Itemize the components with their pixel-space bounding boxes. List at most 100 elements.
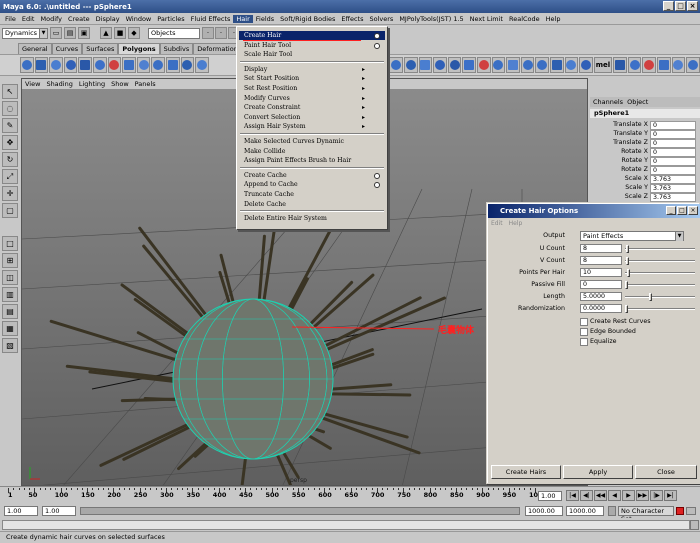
shelf-tool-icon[interactable] (579, 57, 593, 73)
snap-curve-icon[interactable]: · (215, 27, 227, 39)
field-input[interactable]: 5.0000 (580, 292, 622, 301)
channel-value[interactable]: 3.763 (650, 184, 696, 193)
hair-menu-modify-curves[interactable]: Modify Curves ▸ (239, 94, 385, 103)
channel-value[interactable]: 0 (650, 166, 696, 175)
range-end2-field[interactable]: 1000.00 (566, 506, 604, 516)
menu-particles[interactable]: Particles (154, 15, 187, 23)
step-back-key-icon[interactable]: ◀◀ (594, 490, 607, 501)
menu-window[interactable]: Window (123, 15, 155, 23)
hair-menu-set-rest-position[interactable]: Set Rest Position ▸ (239, 84, 385, 93)
channel-row[interactable]: Translate Y0 (590, 130, 700, 139)
channel-row[interactable]: Rotate X0 (590, 148, 700, 157)
key-icon[interactable] (608, 506, 616, 516)
step-forward-key-icon[interactable]: ▶▶ (636, 490, 649, 501)
shelf-tool-icon[interactable] (613, 57, 627, 73)
time-slider[interactable]: 1 50 100 150 200 250 300 350 400 450 500 550 600 650 7… (0, 486, 700, 504)
hair-menu-make-selected-curves-dynamic[interactable]: Make Selected Curves Dynamic (239, 137, 385, 146)
shelf-tool-icon[interactable] (657, 57, 671, 73)
shelf-tool-icon[interactable] (151, 57, 165, 73)
viewport-menu-lighting[interactable]: Lighting (79, 80, 105, 88)
channel-value[interactable]: 0 (650, 157, 696, 166)
apply-button[interactable]: Apply (563, 465, 633, 479)
hair-menu-set-start-position[interactable]: Set Start Position ▸ (239, 74, 385, 83)
shelf-tab-polygons[interactable]: Polygons (118, 43, 160, 54)
shelf-tool-icon[interactable] (20, 57, 34, 73)
hair-menu-assign-paint-effects-brush-to-hair[interactable]: Assign Paint Effects Brush to Hair (239, 156, 385, 165)
rotate-tool-icon[interactable]: ↻ (2, 152, 18, 167)
step-back-icon[interactable]: ◀| (580, 490, 593, 501)
menu-mjpolytools-jst-1-5[interactable]: MJPolyTools(JST) 1.5 (396, 15, 466, 23)
time-ruler[interactable]: 1 50 100 150 200 250 300 350 400 450 500 550 600 650 7… (8, 488, 547, 504)
manipulator-icon[interactable]: ✛ (2, 186, 18, 201)
output-dropdown[interactable]: Paint Effects ▼ (580, 231, 684, 241)
range-start-field[interactable]: 1.00 (4, 506, 38, 516)
shelf-tab-subdivs[interactable]: Subdivs (159, 43, 194, 54)
menu-help[interactable]: Help (543, 15, 564, 23)
shelf-tool-icon[interactable] (389, 57, 403, 73)
shelf-tool-icon[interactable] (418, 57, 433, 73)
channel-row[interactable]: Rotate Y0 (590, 157, 700, 166)
channel-row[interactable]: Translate Z0 (590, 139, 700, 148)
shelf-tab-general[interactable]: General (18, 43, 52, 54)
shelf-tool-icon[interactable] (122, 57, 136, 73)
step-forward-icon[interactable]: |▶ (650, 490, 663, 501)
hair-menu-display[interactable]: Display ▸ (239, 65, 385, 74)
checkbox-create-rest-curves[interactable]: Create Rest Curves (580, 317, 690, 326)
menu-create[interactable]: Create (65, 15, 93, 23)
shelf-tool-icon[interactable] (506, 57, 520, 73)
channel-value[interactable]: 0 (650, 130, 696, 139)
checkbox-edge-bounded[interactable]: Edge Bounded (580, 327, 690, 336)
field-slider-track[interactable] (625, 296, 695, 298)
channel-value[interactable]: 0 (650, 139, 696, 148)
shelf-tab-surfaces[interactable]: Surfaces (82, 43, 119, 54)
shelf-tool-icon[interactable] (535, 57, 549, 73)
field-slider-thumb[interactable] (626, 257, 630, 265)
field-slider-thumb[interactable] (625, 305, 628, 313)
field-slider-track[interactable] (625, 248, 695, 250)
single-pane-icon[interactable]: □ (2, 236, 18, 251)
shelf-tool-icon[interactable] (78, 57, 92, 73)
field-input[interactable]: 10 (580, 268, 622, 277)
menu-file[interactable]: File (2, 15, 19, 23)
character-set-field[interactable]: No Character Set (618, 506, 674, 523)
channel-value[interactable]: 3.763 (650, 193, 696, 202)
hair-menu-create-constraint[interactable]: Create Constraint ▸ (239, 103, 385, 112)
four-pane-icon[interactable]: ⊞ (2, 253, 18, 268)
field-slider-track[interactable] (625, 308, 695, 310)
shelf-tool-icon[interactable] (564, 57, 579, 73)
option-box-icon[interactable] (374, 42, 380, 49)
minimize-button[interactable]: _ (663, 1, 674, 11)
dialog-close-button[interactable]: × (688, 206, 698, 215)
shelf-tool-icon[interactable] (136, 57, 151, 73)
select-component-icon[interactable]: ◆ (128, 27, 140, 39)
shelf-tool-icon[interactable] (180, 57, 195, 73)
outliner-layout-icon[interactable]: ▥ (2, 287, 18, 302)
hair-menu-convert-selection[interactable]: Convert Selection ▸ (239, 113, 385, 122)
dialog-menu-edit[interactable]: Edit (491, 220, 503, 227)
channels-menu[interactable]: Channels (593, 98, 623, 106)
shelf-tool-icon[interactable] (34, 57, 49, 73)
menu-edit[interactable]: Edit (19, 15, 38, 23)
shelf-tool-icon[interactable] (447, 57, 462, 73)
viewport-menu-view[interactable]: View (25, 80, 40, 88)
hair-menu-truncate-cache[interactable]: Truncate Cache (239, 190, 385, 199)
shelf-tab-curves[interactable]: Curves (51, 43, 83, 54)
menu-display[interactable]: Display (93, 15, 123, 23)
field-slider-thumb[interactable] (626, 245, 630, 253)
script-editor-icon[interactable] (690, 520, 699, 530)
channel-value[interactable]: 0 (650, 121, 696, 130)
channel-row[interactable]: Scale Y 3.763 (590, 184, 700, 193)
menu-fields[interactable]: Fields (253, 15, 277, 23)
snap-grid-icon[interactable]: · (202, 27, 214, 39)
hair-menu-create-cache[interactable]: Create Cache (239, 171, 385, 180)
menu-solvers[interactable]: Solvers (366, 15, 396, 23)
maximize-button[interactable]: □ (675, 1, 686, 11)
range-end-field[interactable]: 1000.00 (525, 506, 563, 516)
menu-modify[interactable]: Modify (37, 15, 65, 23)
channel-box-object-name[interactable]: pSphere1 (590, 109, 700, 118)
current-time-field[interactable]: 1.00 (538, 491, 562, 501)
close-button[interactable]: × (687, 1, 698, 11)
play-forward-icon[interactable]: ▶ (622, 490, 635, 501)
field-input[interactable]: 0.0000 (580, 304, 622, 313)
field-input[interactable]: 8 (580, 244, 622, 253)
